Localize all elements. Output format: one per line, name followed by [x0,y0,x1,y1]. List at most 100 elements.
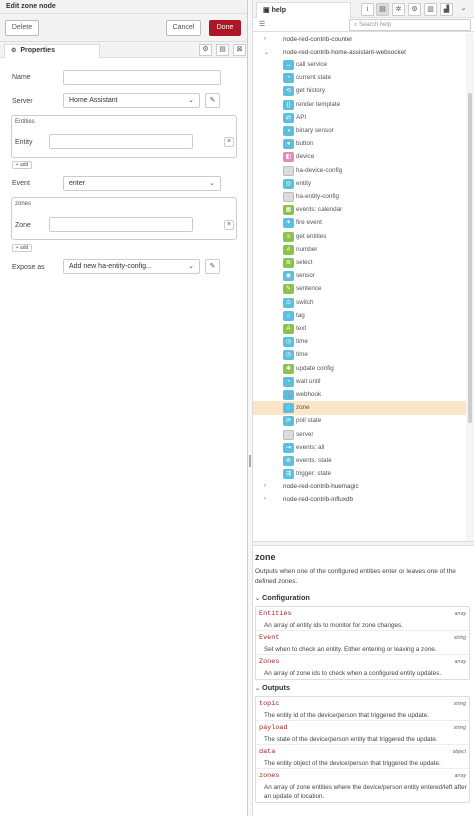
tree-node[interactable]: {} render template [253,98,466,112]
add-entity-label: add [19,162,29,168]
gear-icon[interactable]: ⚙ [408,3,421,16]
context-icon[interactable]: ▥ [424,3,437,16]
tree-node[interactable]: ⇄ API [253,111,466,125]
pencil-icon[interactable]: ✎ [205,259,220,274]
property-type: string [453,701,466,707]
tree-node[interactable]: ✎ sentence [253,282,466,296]
tree-node[interactable]: ⚓ webhook [253,388,466,402]
tree-node-label: events: state [296,457,332,464]
tree-node[interactable]: ◎ entity [253,177,466,191]
add-entity-button[interactable]: + add [12,161,32,169]
tree-node[interactable]: ⇥ events: all [253,441,466,455]
tree-node[interactable]: # number [253,243,466,257]
outputs-heading[interactable]: ⌄ Outputs [255,683,290,692]
server-select[interactable]: Home Assistant ⌄ [63,93,200,108]
tree-node-label: trigger: state [296,470,331,478]
tree-node[interactable]: ◉ sensor [253,269,466,283]
property-description: An array of zone ids to check when a con… [264,670,442,677]
delete-button[interactable]: Delete [5,20,39,36]
tab-properties[interactable]: ⚙ Properties [4,44,100,58]
help-search-input[interactable]: ⌕ Search help [349,19,471,31]
zone-input[interactable] [49,217,193,232]
chevron-right-icon: › [264,483,266,490]
tab-help[interactable]: ▣ help [256,2,351,18]
tree-node-label: select [296,259,313,266]
entity-input[interactable] [49,134,193,149]
help-title: zone [255,552,276,562]
description-icon[interactable]: ▤ [216,44,229,56]
tree-node-label: webhook [296,391,322,398]
tree-node[interactable]: ↔ call service [253,58,466,72]
tree-node-label: switch [296,298,314,306]
tree-node[interactable]: ⟲ get history [253,84,466,98]
tray-tabbar: ⚙ Properties ⚙ ▤ ⊠ [0,42,247,58]
chart-icon[interactable]: ▟ [440,3,453,16]
add-zone-button[interactable]: + add [12,244,32,252]
expose-select[interactable]: Add new ha-entity-config... ⌄ [63,259,200,274]
edit-tray: Edit zone node Delete Cancel Done ⚙ Prop… [0,0,248,816]
chevron-down-icon[interactable]: ⌄ [457,3,470,16]
tree-node[interactable]: ha-device-config [253,164,466,178]
appearance-icon[interactable]: ⊠ [233,44,246,56]
tree-node[interactable]: ◷ time [253,335,466,349]
tree-node[interactable]: ⟳ poll state [253,414,466,428]
help-intro: Outputs when one of the configured entit… [255,568,456,585]
tree-node[interactable]: ◑ binary sensor [253,124,466,138]
done-button[interactable]: Done [209,20,241,36]
tree-scrollbar-thumb[interactable] [468,93,472,423]
tree-group[interactable]: › node-red-contrib-huemagic [253,480,466,494]
tree-group[interactable]: › node-red-contrib-influxdb [253,493,466,507]
tree-node-label: events: calendar [296,206,343,214]
tree-scrollbar[interactable] [466,33,474,541]
property-description: Set when to check an entity. Either ente… [264,646,437,653]
tree-node[interactable]: ≡ get entities [253,230,466,244]
bug-icon[interactable]: ✲ [392,3,405,16]
node-type-icon [283,165,294,176]
configuration-heading[interactable]: ⌄ Configuration [255,593,310,602]
tree-node[interactable]: ⊙ switch [253,296,466,310]
tree-node[interactable]: ● button [253,137,466,151]
help-split-divider[interactable] [253,541,474,546]
tree-node[interactable]: ◔ current state [253,71,466,85]
tree-node[interactable]: ⊚ events: state [253,454,466,468]
pencil-icon[interactable]: ✎ [205,93,220,108]
tree-group[interactable]: › node-red-contrib-counter [253,33,466,47]
tree-group-label: node-red-contrib-huemagic [283,483,359,491]
tree-node[interactable]: ✱ update config [253,362,466,376]
tree-node[interactable]: ▦ events: calendar [253,203,466,217]
book-icon[interactable]: ▤ [376,3,389,16]
tree-node-label: sentence [296,285,322,293]
entity-label: Entity [15,139,33,146]
list-icon[interactable]: ☰ [256,20,268,30]
tab-properties-label: Properties [20,47,55,54]
tree-node[interactable]: ◧ device [253,150,466,164]
info-icon[interactable]: i [361,3,374,16]
close-icon[interactable]: × [224,220,234,230]
property-name: Zones [259,658,280,666]
tree-node[interactable]: server [253,428,466,442]
tree-node[interactable]: ◔ wait until [253,375,466,389]
name-input[interactable] [63,70,221,85]
event-select[interactable]: enter ⌄ [63,176,221,191]
tree-node[interactable]: ha-entity-config [253,190,466,204]
tree-node[interactable]: ◷ time [253,348,466,362]
zones-list: zones Zone × [11,197,237,240]
tree-node[interactable]: ⌂ tag [253,309,466,323]
tree-node[interactable]: ≣ select [253,256,466,270]
tree-node[interactable]: Atext [253,322,466,336]
node-type-icon: ⇶ [283,469,294,480]
outputs-heading-label: Outputs [262,683,290,692]
server-value: Home Assistant [69,97,118,104]
gear-icon[interactable]: ⚙ [199,44,212,56]
tree-node[interactable]: ⇶ trigger: state [253,467,466,481]
node-type-icon: ≣ [283,258,294,268]
property-item: Entities array An array of entity ids to m… [256,607,469,631]
tree-node[interactable]: ◌ zone [253,401,466,416]
cancel-button[interactable]: Cancel [166,20,201,36]
node-type-icon: # [283,244,294,255]
tree-group-label: node-red-contrib-counter [283,36,353,43]
tree-node[interactable]: ✦ fire event [253,216,466,230]
close-icon[interactable]: × [224,137,234,147]
property-type: array [454,611,466,617]
property-name: Event [259,634,280,642]
